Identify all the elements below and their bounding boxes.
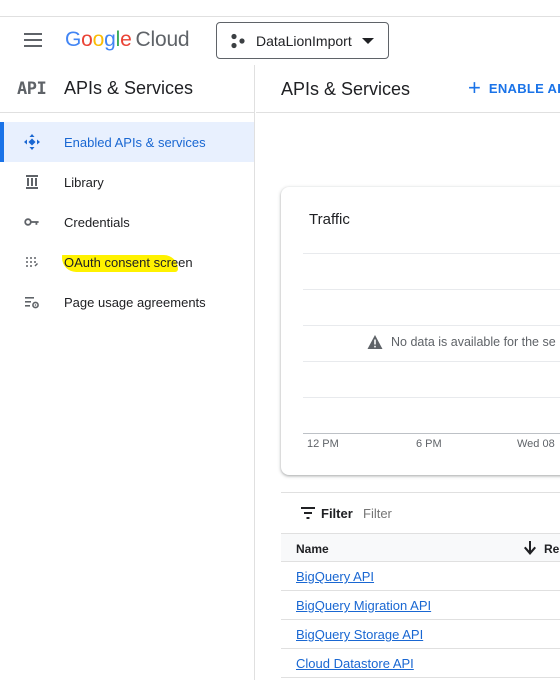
logo-letter: o (81, 28, 93, 51)
no-data-text: No data is available for the se (391, 335, 556, 349)
sidebar-item-enabled-apis[interactable]: Enabled APIs & services (0, 122, 254, 162)
arrow-down-icon[interactable] (523, 540, 537, 556)
logo-letter: e (120, 28, 132, 51)
column-header-name[interactable]: Name (296, 542, 329, 556)
move-diamond-icon (24, 134, 40, 150)
project-icon (231, 33, 245, 48)
logo-letter: g (104, 28, 116, 51)
main-menu-icon[interactable] (22, 30, 44, 50)
x-tick-label: 12 PM (307, 438, 339, 450)
chart-gridline (303, 325, 560, 326)
sidebar-item-oauth-consent[interactable]: OAuth consent screen (0, 242, 254, 282)
no-data-message: No data is available for the se (367, 334, 556, 350)
x-tick-label: Wed 08 (517, 438, 555, 450)
api-link[interactable]: BigQuery Migration API (296, 598, 431, 613)
sidebar-nav: Enabled APIs & services Library Credenti… (0, 122, 254, 322)
chart-x-axis (303, 433, 560, 434)
google-cloud-logo[interactable]: Google Cloud (65, 28, 190, 52)
project-picker[interactable]: DataLionImport (216, 22, 389, 59)
project-name: DataLionImport (256, 32, 352, 49)
top-divider (0, 16, 560, 17)
sidebar-item-page-usage[interactable]: Page usage agreements (0, 282, 254, 322)
logo-letter: o (92, 28, 105, 51)
sidebar-header: API APIs & Services (0, 65, 254, 113)
table-row: BigQuery API (281, 562, 560, 591)
sidebar-item-library[interactable]: Library (0, 162, 254, 202)
dots-grid-icon (24, 254, 40, 270)
sidebar: API APIs & Services Enabled APIs & servi… (0, 65, 255, 680)
api-link[interactable]: BigQuery API (296, 569, 374, 584)
table-header: Name Re (281, 533, 560, 562)
filter-input[interactable] (363, 506, 513, 521)
api-link[interactable]: Cloud Datastore API (296, 656, 414, 671)
plus-icon: + (468, 75, 481, 100)
column-header-requests[interactable]: Re (544, 542, 559, 556)
chart-gridline (303, 361, 560, 362)
warning-icon (367, 335, 383, 349)
filter-label: Filter (321, 506, 353, 521)
traffic-card: Traffic No data is available for the se … (281, 187, 560, 475)
chart-gridline (303, 397, 560, 398)
sidebar-item-credentials[interactable]: Credentials (0, 202, 254, 242)
sidebar-item-label: Enabled APIs & services (64, 134, 206, 150)
main-header: APIs & Services + ENABLE AP (256, 65, 560, 113)
sidebar-item-label: Credentials (64, 214, 130, 230)
logo-product: Cloud (135, 28, 190, 51)
filter-bar: Filter (281, 492, 560, 532)
filter-icon[interactable] (301, 507, 315, 519)
x-tick-label: 6 PM (416, 438, 442, 450)
sidebar-title: APIs & Services (64, 78, 194, 98)
sidebar-item-label: OAuth consent screen (64, 254, 193, 270)
api-logo-icon: API (17, 78, 47, 99)
sidebar-item-label: Library (64, 174, 104, 190)
key-icon (24, 214, 40, 230)
table-row: BigQuery Storage API (281, 620, 560, 649)
library-icon (24, 174, 40, 190)
sidebar-item-label: Page usage agreements (64, 294, 206, 310)
traffic-title: Traffic (309, 211, 350, 228)
logo-letter: G (65, 28, 82, 51)
table-row: Cloud Datastore API (281, 649, 560, 678)
page-title: APIs & Services (281, 79, 411, 99)
settings-list-icon (24, 294, 40, 310)
table-row: BigQuery Migration API (281, 591, 560, 620)
enable-apis-button[interactable]: + ENABLE AP (468, 75, 560, 100)
enable-apis-label: ENABLE AP (488, 80, 560, 96)
chart-gridline (303, 253, 560, 254)
top-bar: Google Cloud DataLionImport (0, 0, 560, 64)
api-link[interactable]: BigQuery Storage API (296, 627, 423, 642)
chart-gridline (303, 289, 560, 290)
chevron-down-icon (362, 38, 374, 44)
